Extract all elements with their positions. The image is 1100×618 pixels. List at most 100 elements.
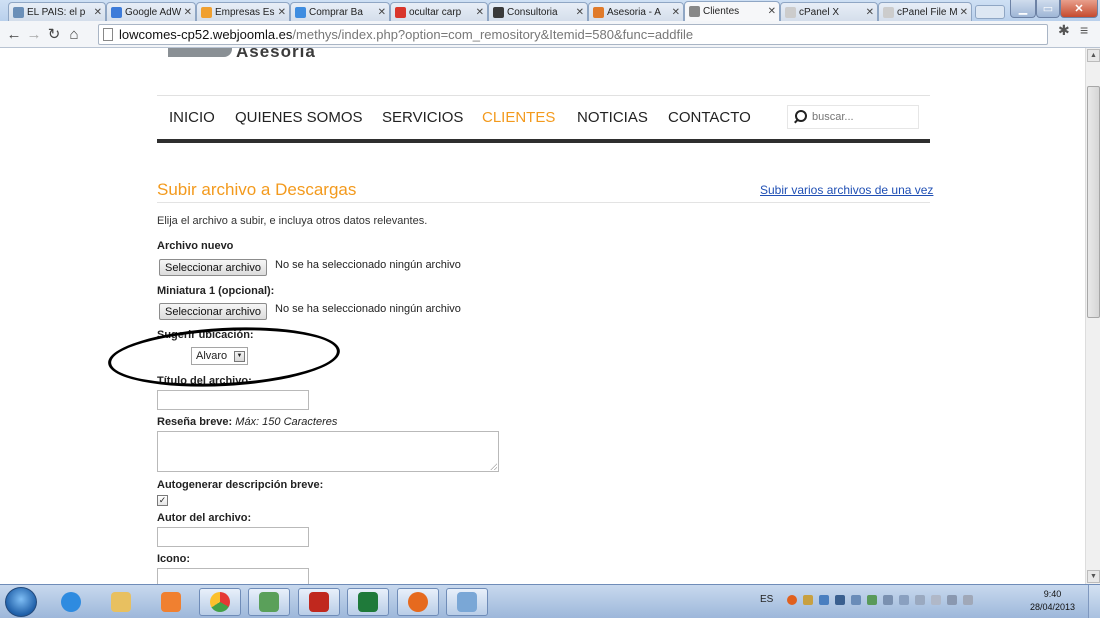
- tab-title: Consultoria: [507, 6, 558, 18]
- close-tab-icon[interactable]: ✕: [768, 6, 776, 17]
- upload-multiple-link[interactable]: Subir varios archivos de una vez: [760, 183, 933, 197]
- app-icon[interactable]: [446, 588, 488, 616]
- tab-title: cPanel X: [799, 6, 840, 18]
- tab-empresas[interactable]: Empresas Es ✕: [196, 2, 290, 21]
- close-tab-icon[interactable]: ✕: [866, 7, 874, 18]
- location-value: Alvaro: [196, 350, 228, 362]
- browser-toolbar: ← → ↻ ⌂ lowcomes-cp52.webjoomla.es/methy…: [0, 21, 1100, 48]
- ie-icon[interactable]: [50, 588, 92, 616]
- no-thumbnail-text: No se ha seleccionado ningún archivo: [275, 303, 461, 315]
- logo-text: Asesoria: [236, 48, 316, 61]
- icon-input[interactable]: [157, 568, 309, 584]
- resize-grip-icon[interactable]: [490, 463, 497, 470]
- nav-item-noticias[interactable]: NOTICIAS: [577, 109, 648, 126]
- menu-icon[interactable]: ≡: [1080, 22, 1088, 38]
- battery-icon[interactable]: [931, 594, 942, 605]
- chrome-icon[interactable]: [199, 588, 241, 616]
- nav-item-quienes-somos[interactable]: QUIENES SOMOS: [235, 109, 363, 126]
- close-tab-icon[interactable]: ✕: [476, 7, 484, 18]
- tab-cpanel-file-manager[interactable]: cPanel File M ✕: [878, 2, 972, 21]
- nav-item-inicio[interactable]: INICIO: [169, 109, 215, 126]
- favicon-icon: [295, 6, 306, 18]
- scroll-down-icon[interactable]: ▼: [1087, 570, 1100, 583]
- summary-textarea[interactable]: [157, 431, 499, 472]
- chevron-down-icon: ▼: [234, 350, 245, 362]
- page-title: Subir archivo a Descargas: [157, 180, 357, 199]
- forward-arrow-icon[interactable]: →: [24, 26, 44, 43]
- divider: [157, 202, 930, 203]
- tray-icon[interactable]: [883, 594, 894, 605]
- close-tab-icon[interactable]: ✕: [576, 7, 584, 18]
- search-box: [787, 105, 919, 129]
- tray-icon[interactable]: [819, 594, 830, 605]
- site-logo[interactable]: Asesoria: [168, 48, 328, 62]
- home-icon[interactable]: ⌂: [64, 26, 84, 43]
- reload-icon[interactable]: ↻: [44, 25, 64, 43]
- extension-icon[interactable]: ✱: [1058, 22, 1070, 39]
- autogen-checkbox[interactable]: ✓: [157, 495, 168, 506]
- close-tab-icon[interactable]: ✕: [94, 7, 102, 18]
- select-thumbnail-button[interactable]: Seleccionar archivo: [159, 303, 267, 320]
- close-tab-icon[interactable]: ✕: [672, 7, 680, 18]
- tray-icon[interactable]: [803, 594, 814, 605]
- close-tab-icon[interactable]: ✕: [184, 7, 192, 18]
- filezilla-icon[interactable]: [298, 588, 340, 616]
- tab-el-pais[interactable]: EL PAÍS: el p ✕: [8, 2, 106, 21]
- clock[interactable]: 9:40 28/04/2013: [1030, 588, 1075, 614]
- tray-icon[interactable]: [835, 594, 846, 605]
- title-input[interactable]: [157, 390, 309, 410]
- start-button[interactable]: [5, 587, 37, 617]
- tab-ocultar[interactable]: ocultar carp ✕: [390, 2, 488, 21]
- language-indicator[interactable]: ES: [760, 594, 773, 605]
- show-desktop-button[interactable]: [1088, 585, 1100, 618]
- author-input[interactable]: [157, 527, 309, 547]
- tab-clientes[interactable]: Clientes ✕: [684, 1, 780, 21]
- speaker-icon[interactable]: [851, 594, 862, 605]
- autogen-label: Autogenerar descripción breve:: [157, 479, 324, 491]
- signal-icon[interactable]: [947, 594, 958, 605]
- tab-cpanel[interactable]: cPanel X ✕: [780, 2, 878, 21]
- explorer-icon[interactable]: [100, 588, 142, 616]
- location-select[interactable]: Alvaro ▼: [191, 347, 248, 365]
- tray-icon[interactable]: [899, 594, 910, 605]
- select-file-button[interactable]: Seleccionar archivo: [159, 259, 267, 276]
- close-tab-icon[interactable]: ✕: [378, 7, 386, 18]
- close-tab-icon[interactable]: ✕: [960, 7, 968, 18]
- nav-item-contacto[interactable]: CONTACTO: [668, 109, 751, 126]
- tab-title: Empresas Es: [215, 6, 275, 18]
- scroll-up-icon[interactable]: ▲: [1087, 49, 1100, 62]
- tab-asesoria[interactable]: Asesoria - A ✕: [588, 2, 684, 21]
- media-player-icon[interactable]: [150, 588, 192, 616]
- tab-google-adwords[interactable]: Google AdW ✕: [106, 2, 196, 21]
- tab-title: Clientes: [703, 6, 740, 17]
- minimize-button[interactable]: ▁: [1010, 0, 1036, 18]
- excel-icon[interactable]: [347, 588, 389, 616]
- tab-consultoria[interactable]: Consultoria ✕: [488, 2, 588, 21]
- tab-comprar[interactable]: Comprar Ba ✕: [290, 2, 390, 21]
- firefox-icon[interactable]: [397, 588, 439, 616]
- flag-icon[interactable]: [915, 594, 926, 605]
- page-viewport: Asesoria INICIO QUIENES SOMOS SERVICIOS …: [0, 48, 1085, 584]
- icon-label: Icono:: [157, 553, 190, 565]
- close-window-button[interactable]: ✕: [1060, 0, 1098, 18]
- vertical-scrollbar[interactable]: ▲ ▼: [1085, 48, 1100, 584]
- nav-item-clientes[interactable]: CLIENTES: [482, 109, 555, 126]
- url-host: lowcomes-cp52.webjoomla.es: [119, 27, 293, 42]
- maximize-button[interactable]: ▭: [1036, 0, 1060, 18]
- network-icon[interactable]: [248, 588, 290, 616]
- scroll-thumb[interactable]: [1087, 86, 1100, 318]
- address-bar[interactable]: lowcomes-cp52.webjoomla.es/methys/index.…: [98, 24, 1048, 45]
- search-input[interactable]: [812, 111, 912, 123]
- alert-icon[interactable]: [787, 594, 798, 605]
- tab-title: Google AdW: [125, 6, 182, 18]
- nav-item-servicios[interactable]: SERVICIOS: [382, 109, 463, 126]
- new-tab-button[interactable]: [975, 5, 1005, 19]
- favicon-icon: [201, 6, 212, 18]
- close-tab-icon[interactable]: ✕: [278, 7, 286, 18]
- favicon-icon: [493, 6, 504, 18]
- tab-title: Asesoria - A: [607, 6, 661, 18]
- tray-icon[interactable]: [867, 594, 878, 605]
- volume-icon[interactable]: [963, 594, 974, 605]
- back-arrow-icon[interactable]: ←: [4, 26, 24, 43]
- favicon-icon: [13, 6, 24, 18]
